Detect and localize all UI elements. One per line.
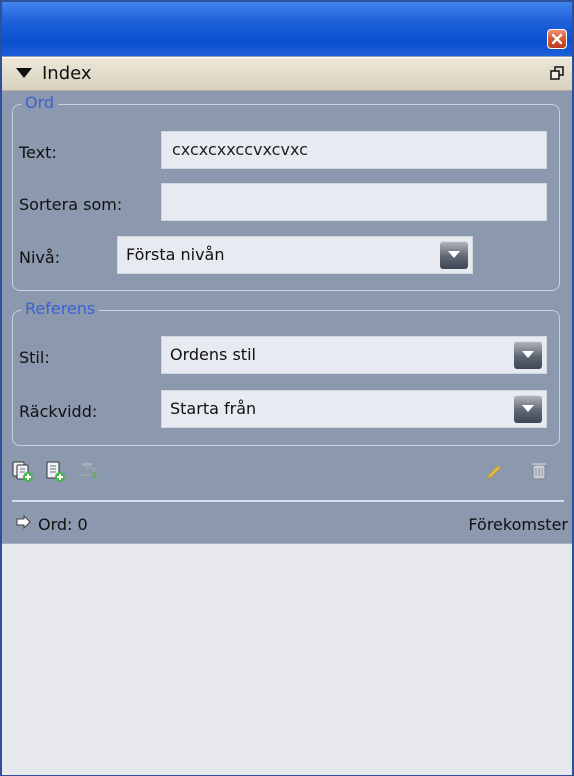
range-value: Starta från	[170, 399, 257, 418]
add-entry-icon[interactable]	[12, 460, 34, 482]
text-field[interactable]: cxcxcxxccvxcvxc	[161, 131, 547, 169]
index-panel-header[interactable]: Index	[2, 57, 572, 91]
pencil-icon[interactable]	[484, 460, 506, 482]
collapse-icon[interactable]	[16, 68, 32, 78]
close-button[interactable]	[547, 29, 567, 49]
style-select[interactable]: Ordens stil	[161, 336, 547, 374]
ord-group: Ord Text: cxcxcxxccvxcvxc Sortera som: N…	[12, 93, 560, 291]
range-dropdown-button[interactable]	[514, 395, 542, 423]
undock-icon[interactable]	[550, 66, 564, 80]
referens-legend: Referens	[21, 299, 100, 319]
level-dropdown-button[interactable]	[440, 241, 468, 269]
level-select[interactable]: Första nivån	[117, 236, 473, 274]
text-label: Text:	[19, 143, 57, 162]
style-value: Ordens stil	[170, 345, 256, 364]
occurrences-label: Förekomster	[468, 515, 568, 534]
style-label: Stil:	[19, 348, 50, 367]
panel-title: Index	[42, 63, 92, 84]
ord-count-label: Ord: 0	[38, 515, 88, 534]
index-list[interactable]	[2, 543, 572, 775]
title-bar	[2, 2, 572, 56]
toolbar-divider	[12, 500, 564, 502]
ord-legend: Ord	[21, 93, 59, 113]
style-dropdown-button[interactable]	[514, 341, 542, 369]
range-label: Räckvidd:	[19, 402, 98, 421]
sort-field[interactable]	[161, 183, 547, 221]
arrow-icon	[16, 514, 31, 530]
level-label: Nivå:	[19, 248, 61, 267]
range-select[interactable]: Starta från	[161, 390, 547, 428]
close-icon	[551, 33, 563, 45]
trash-icon[interactable]	[528, 460, 550, 482]
level-value: Första nivån	[126, 245, 225, 264]
add-reference-icon[interactable]	[44, 460, 66, 482]
index-toolbar	[12, 456, 562, 492]
index-panel-window: Index Ord Text: cxcxcxxccvxcvxc Sortera …	[0, 0, 574, 776]
sort-label: Sortera som:	[19, 195, 123, 214]
list-header: Ord: 0 Förekomster	[2, 505, 572, 543]
update-icon[interactable]	[78, 460, 100, 482]
referens-group: Referens Stil: Ordens stil Räckvidd: Sta…	[12, 299, 560, 446]
